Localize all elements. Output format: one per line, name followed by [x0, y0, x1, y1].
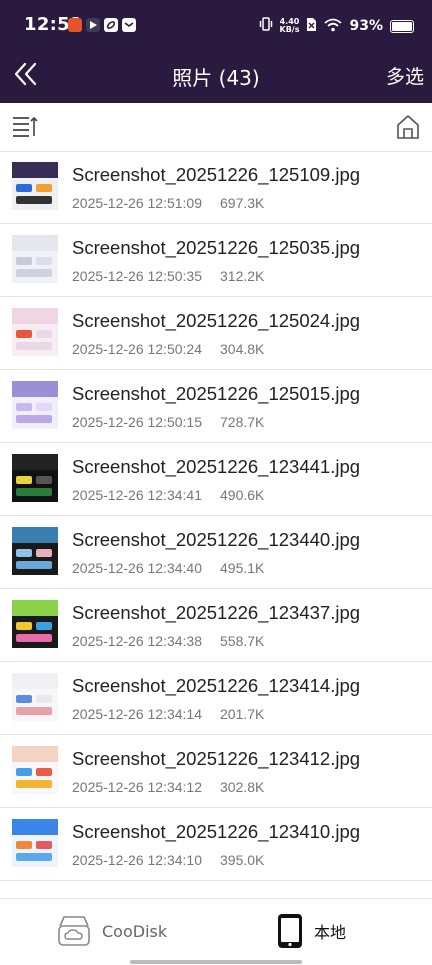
network-speed-unit: KB/s	[279, 25, 300, 34]
file-thumbnail	[12, 746, 58, 794]
tab-local[interactable]: 本地	[276, 913, 346, 949]
file-name: Screenshot_20251226_123441.jpg	[72, 456, 361, 477]
file-meta: 2025-12-26 12:34:40 495.1K	[72, 560, 264, 576]
file-meta: 2025-12-26 12:34:41 490.6K	[72, 487, 264, 503]
file-date: 2025-12-26 12:34:12	[72, 779, 202, 795]
file-meta: 2025-12-26 12:34:12 302.8K	[72, 779, 264, 795]
sim-no-signal-icon	[306, 17, 317, 36]
file-list: Screenshot_20251226_125109.jpg 2025-12-2…	[0, 151, 432, 881]
file-name: Screenshot_20251226_125109.jpg	[72, 164, 361, 185]
bottom-tab-bar: CooDisk 本地	[0, 898, 432, 965]
cloud-disk-icon	[58, 916, 90, 946]
file-date: 2025-12-26 12:51:09	[72, 195, 202, 211]
file-row[interactable]: Screenshot_20251226_123437.jpg 2025-12-2…	[0, 589, 432, 662]
file-meta: 2025-12-26 12:34:10 395.0K	[72, 852, 264, 868]
file-thumbnail	[12, 381, 58, 429]
file-thumbnail	[12, 527, 58, 575]
file-meta: 2025-12-26 12:50:35 312.2K	[72, 268, 264, 284]
tab-label: 本地	[314, 923, 347, 942]
file-thumbnail	[12, 454, 58, 502]
file-thumbnail	[12, 308, 58, 356]
file-name: Screenshot_20251226_123412.jpg	[72, 748, 361, 769]
wifi-icon	[324, 17, 343, 36]
battery-fill	[392, 21, 413, 31]
file-thumbnail	[12, 673, 58, 721]
file-meta: 2025-12-26 12:51:09 697.3K	[72, 195, 264, 211]
file-meta: 2025-12-26 12:34:14 201.7K	[72, 706, 264, 722]
file-date: 2025-12-26 12:34:14	[72, 706, 202, 722]
sort-list-icon	[13, 116, 38, 137]
notification-link-icon	[104, 18, 118, 32]
file-date: 2025-12-26 12:50:24	[72, 341, 202, 357]
phone-icon	[278, 914, 302, 948]
file-row[interactable]: Screenshot_20251226_123440.jpg 2025-12-2…	[0, 516, 432, 589]
tab-coodisk[interactable]: CooDisk	[56, 913, 167, 949]
file-thumbnail	[12, 162, 58, 210]
file-size: 495.1K	[220, 560, 265, 576]
file-size: 395.0K	[220, 852, 265, 868]
notification-play-icon	[86, 18, 100, 32]
file-size: 490.6K	[220, 487, 265, 503]
home-indicator	[130, 960, 302, 964]
file-date: 2025-12-26 12:50:15	[72, 414, 202, 430]
notification-app-icon	[68, 18, 82, 32]
file-size: 201.7K	[220, 706, 265, 722]
file-row[interactable]: Screenshot_20251226_123414.jpg 2025-12-2…	[0, 662, 432, 735]
home-button[interactable]	[396, 114, 420, 144]
file-meta: 2025-12-26 12:50:15 728.7K	[72, 414, 264, 430]
notification-message-icon	[122, 18, 136, 32]
home-icon	[397, 115, 419, 139]
file-meta: 2025-12-26 12:34:38 558.7K	[72, 633, 264, 649]
file-size: 558.7K	[220, 633, 265, 649]
vibrate-icon	[259, 16, 273, 36]
file-row[interactable]: Screenshot_20251226_125015.jpg 2025-12-2…	[0, 370, 432, 443]
file-date: 2025-12-26 12:34:10	[72, 852, 202, 868]
file-name: Screenshot_20251226_123414.jpg	[72, 675, 361, 696]
file-name: Screenshot_20251226_123437.jpg	[72, 602, 361, 623]
file-size: 312.2K	[220, 268, 265, 284]
file-date: 2025-12-26 12:34:38	[72, 633, 202, 649]
file-name: Screenshot_20251226_125015.jpg	[72, 383, 361, 404]
file-thumbnail	[12, 600, 58, 648]
file-row[interactable]: Screenshot_20251226_125109.jpg 2025-12-2…	[0, 151, 432, 224]
file-date: 2025-12-26 12:34:41	[72, 487, 202, 503]
page-title: 照片 (43)	[172, 66, 260, 90]
file-name: Screenshot_20251226_123440.jpg	[72, 529, 361, 550]
tab-label: CooDisk	[102, 921, 168, 941]
file-name: Screenshot_20251226_123410.jpg	[72, 821, 361, 842]
file-row[interactable]: Screenshot_20251226_123410.jpg 2025-12-2…	[0, 808, 432, 881]
file-size: 697.3K	[220, 195, 265, 211]
battery-percent: 93%	[349, 18, 383, 34]
toolbar	[0, 103, 432, 152]
file-name: Screenshot_20251226_125024.jpg	[72, 310, 361, 331]
file-row[interactable]: Screenshot_20251226_123441.jpg 2025-12-2…	[0, 443, 432, 516]
multi-select-button[interactable]: 多选	[386, 62, 424, 89]
file-name: Screenshot_20251226_125035.jpg	[72, 237, 361, 258]
battery-icon	[390, 19, 414, 33]
system-indicators: 4.40 KB/s 93%	[259, 16, 414, 36]
file-date: 2025-12-26 12:50:35	[72, 268, 202, 284]
file-size: 728.7K	[220, 414, 265, 430]
file-date: 2025-12-26 12:34:40	[72, 560, 202, 576]
network-speed: 4.40 KB/s	[280, 18, 300, 34]
file-size: 304.8K	[220, 341, 265, 357]
file-thumbnail	[12, 235, 58, 283]
file-size: 302.8K	[220, 779, 265, 795]
file-row[interactable]: Screenshot_20251226_125024.jpg 2025-12-2…	[0, 297, 432, 370]
status-bar: 12:51 4.40 KB/s 93%	[0, 0, 432, 52]
file-row[interactable]: Screenshot_20251226_123412.jpg 2025-12-2…	[0, 735, 432, 808]
sort-button[interactable]	[12, 114, 38, 144]
file-row[interactable]: Screenshot_20251226_125035.jpg 2025-12-2…	[0, 224, 432, 297]
top-bar: 12:51 4.40 KB/s 93% 照片 (43) 多选	[0, 0, 432, 103]
file-thumbnail	[12, 819, 58, 867]
nav-bar: 照片 (43) 多选	[0, 52, 432, 103]
file-meta: 2025-12-26 12:50:24 304.8K	[72, 341, 264, 357]
